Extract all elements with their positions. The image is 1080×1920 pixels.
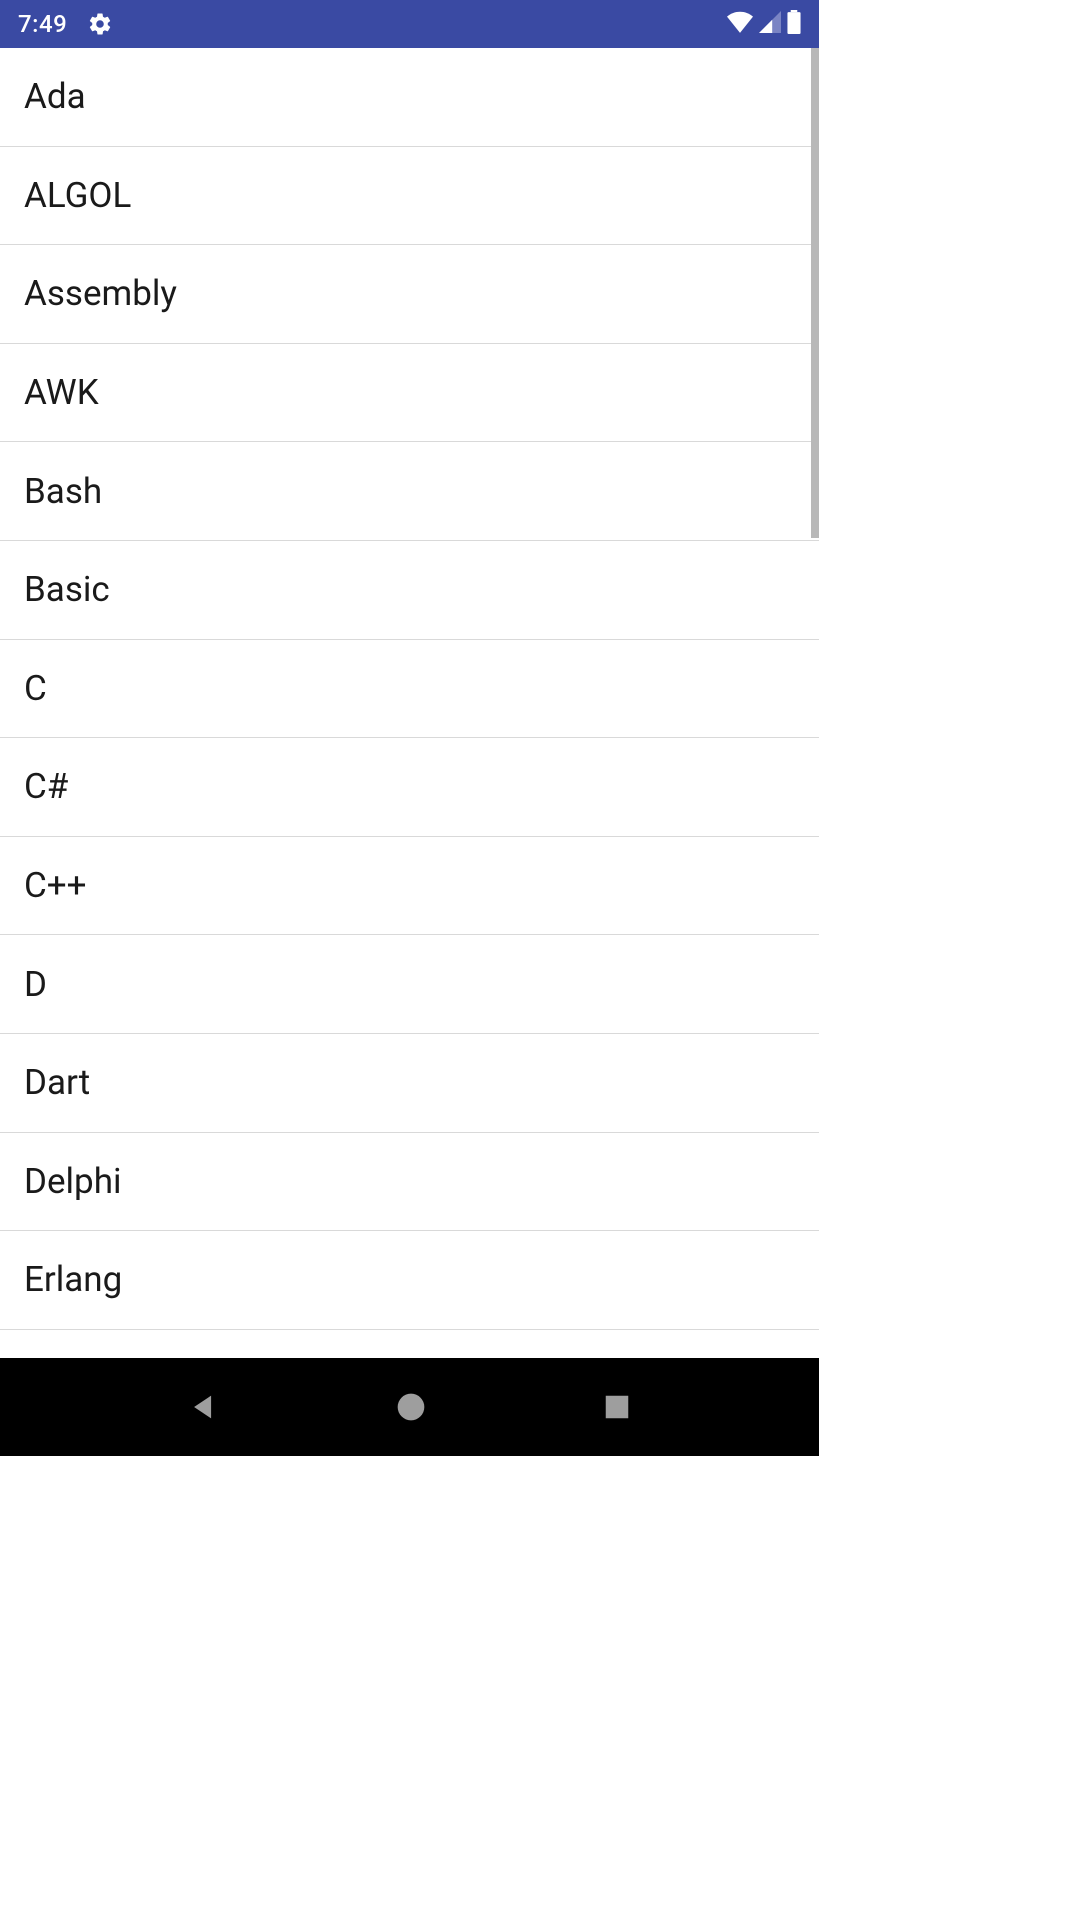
list-item-label: Dart [24, 1062, 90, 1103]
list-item-label: Bash [24, 471, 102, 512]
home-button[interactable] [395, 1391, 427, 1423]
list-item[interactable]: C [0, 640, 819, 739]
gear-icon [87, 11, 113, 37]
list-item-label: D [24, 964, 47, 1005]
scrollbar-thumb[interactable] [811, 48, 819, 538]
navigation-bar [0, 1358, 819, 1456]
list-item[interactable]: Assembly [0, 245, 819, 344]
list-item-label: Ada [24, 76, 86, 117]
list-item[interactable]: Erlang [0, 1231, 819, 1330]
language-list[interactable]: Ada ALGOL Assembly AWK Bash Basic C C# C… [0, 48, 819, 1358]
list-item-label: AWK [24, 372, 99, 413]
list-item[interactable]: AWK [0, 344, 819, 443]
list-item-label: Basic [24, 569, 110, 610]
status-clock: 7:49 [18, 10, 67, 38]
list-item[interactable]: Basic [0, 541, 819, 640]
list-item[interactable]: C++ [0, 837, 819, 936]
list-item-label: C++ [24, 865, 87, 906]
list-item[interactable]: ALGOL [0, 147, 819, 246]
status-left: 7:49 [18, 10, 113, 38]
list-item-label: C [24, 668, 47, 709]
list-item[interactable]: D [0, 935, 819, 1034]
status-bar: 7:49 [0, 0, 819, 48]
status-right [727, 10, 801, 38]
recent-apps-button[interactable] [602, 1392, 632, 1422]
list-item[interactable]: Bash [0, 442, 819, 541]
wifi-icon [727, 11, 753, 37]
list-item-label: Erlang [24, 1259, 122, 1300]
list-item-label: Assembly [24, 273, 177, 314]
list-item[interactable]: Dart [0, 1034, 819, 1133]
list-item[interactable]: C# [0, 738, 819, 837]
list-item[interactable]: Delphi [0, 1133, 819, 1232]
battery-icon [787, 10, 801, 38]
list-item-label: ALGOL [24, 175, 131, 216]
list-item[interactable]: Ada [0, 48, 819, 147]
list-item-label: Delphi [24, 1161, 121, 1202]
back-button[interactable] [187, 1390, 221, 1424]
signal-icon [759, 11, 781, 37]
list-item-label: C# [24, 766, 68, 807]
